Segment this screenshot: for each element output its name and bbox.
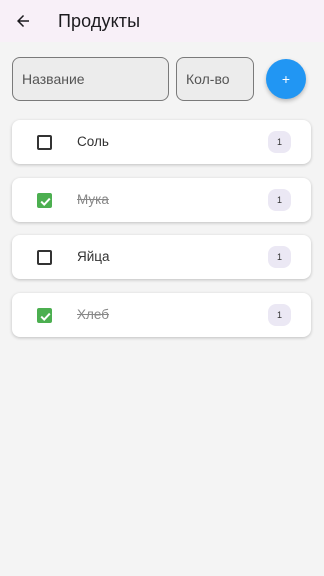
- item-checkbox[interactable]: [37, 307, 52, 323]
- name-input[interactable]: [12, 57, 169, 101]
- item-label: Соль: [77, 134, 109, 149]
- item-label: Хлеб: [77, 306, 109, 322]
- arrow-left-icon: [17, 15, 29, 27]
- back-button[interactable]: [12, 10, 34, 32]
- item-label: Мука: [77, 191, 109, 207]
- quantity-badge: 1: [268, 131, 291, 153]
- quantity-badge: 1: [268, 188, 291, 211]
- item-checkbox[interactable]: [37, 135, 52, 150]
- quantity-badge: 1: [268, 246, 291, 268]
- list-item[interactable]: Соль 1: [12, 120, 311, 164]
- app-bar: Продукты: [0, 0, 324, 42]
- product-list: Соль 1 Мука 1 Яйца 1 Хлеб 1: [12, 120, 311, 350]
- item-checkbox[interactable]: [37, 192, 52, 208]
- page-title: Продукты: [58, 11, 141, 31]
- item-label: Яйца: [77, 249, 110, 264]
- add-item-button[interactable]: +: [266, 59, 306, 99]
- check-icon: [40, 197, 51, 206]
- quantity-input[interactable]: [176, 57, 254, 101]
- check-icon: [40, 312, 51, 321]
- list-item[interactable]: Хлеб 1: [12, 292, 311, 337]
- list-item[interactable]: Мука 1: [12, 177, 311, 222]
- quantity-badge: 1: [268, 303, 291, 326]
- plus-icon: +: [281, 71, 291, 87]
- list-item[interactable]: Яйца 1: [12, 235, 311, 279]
- item-checkbox[interactable]: [37, 250, 52, 265]
